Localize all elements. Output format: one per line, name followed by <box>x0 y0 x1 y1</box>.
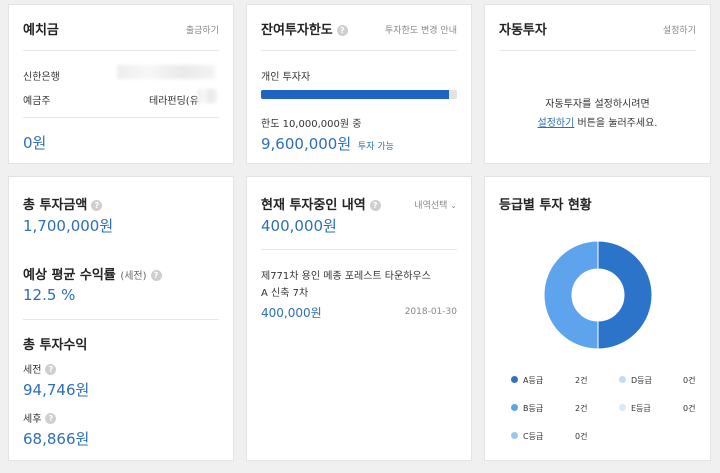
auto-invest-card: 자동투자 설정하기 자동투자를 설정하시려면 설정하기 버튼을 눌러주세요. <box>484 4 711 164</box>
deposit-divider-2 <box>23 117 219 118</box>
grade-title: 등급별 투자 현황 <box>499 198 592 213</box>
deposit-divider <box>23 50 219 51</box>
legend-dot <box>619 376 626 383</box>
grade-card: 등급별 투자 현황 A등급 2건 D등급 0건 B등급 2건 E등급 0건 C등급 0건 <box>484 176 711 461</box>
auto-invest-message-2: 설정하기 버튼을 눌러주세요. <box>485 114 710 129</box>
investor-type: 개인 투자자 <box>261 72 311 83</box>
question-circle-icon[interactable]: ? <box>150 270 162 281</box>
legend-count: 2건 <box>575 376 588 385</box>
available-amount: 9,600,000원 <box>261 135 352 153</box>
bank-label: 신한은행 <box>23 72 60 83</box>
question-circle-icon[interactable]: ? <box>369 200 381 211</box>
limit-card: 잔여투자한도? 투자한도 변경 안내 개인 투자자 한도 10,000,000원… <box>246 4 472 164</box>
limit-guide-link[interactable]: 투자한도 변경 안내 <box>385 23 457 36</box>
legend-dot <box>619 404 626 411</box>
legend-count: 0건 <box>683 404 696 413</box>
question-circle-icon[interactable]: ? <box>45 364 57 375</box>
auto-invest-message-1: 자동투자를 설정하시려면 <box>545 99 650 110</box>
total-invest-divider <box>23 319 219 320</box>
aftertax-value: 68,866원 <box>23 430 90 448</box>
legend-dot <box>511 432 518 439</box>
limit-text: 한도 10,000,000원 중 <box>261 119 362 130</box>
legend-label: D등급 <box>631 376 652 385</box>
deposit-amount: 0원 <box>23 134 47 152</box>
investment-item-date: 2018-01-30 <box>404 307 457 317</box>
limit-title: 잔여투자한도? <box>261 19 348 38</box>
legend-count: 2건 <box>575 404 588 413</box>
holder-redacted <box>197 89 217 103</box>
total-invest-title: 총 투자금액? <box>23 194 103 213</box>
avg-return-value: 12.5 % <box>23 286 76 304</box>
investment-item-name-2[interactable]: A 신축 7차 <box>261 284 308 299</box>
total-return-title: 총 투자수익 <box>23 338 88 353</box>
avg-return-title-text: 예상 평균 수익률 <box>23 268 116 283</box>
deposit-title: 예치금 <box>23 23 59 38</box>
account-number-redacted <box>117 65 215 79</box>
limit-progress-fill <box>261 90 450 99</box>
total-invest-card: 총 투자금액? 1,700,000원 예상 평균 수익률 (세전)? 12.5 … <box>8 176 234 461</box>
donut-slice-A등급 <box>597 240 653 350</box>
holder-value: 테라펀딩(유 <box>149 96 199 107</box>
auto-invest-divider <box>499 50 696 51</box>
legend-count: 0건 <box>575 432 588 441</box>
available-label: 투자 가능 <box>357 142 394 152</box>
question-circle-icon[interactable]: ? <box>336 25 348 36</box>
history-select-dropdown[interactable]: 내역선택 ⌄ <box>414 198 457 211</box>
auto-invest-title: 자동투자 <box>499 23 547 38</box>
investment-item-name-1[interactable]: 제771차 용인 메종 포레스트 타운하우스 <box>261 267 431 282</box>
pretax-value: 94,746원 <box>23 381 90 399</box>
holder-label: 예금주 <box>23 96 51 107</box>
investment-item-amount: 400,000원 <box>261 306 322 320</box>
legend-label: A등급 <box>523 376 544 385</box>
legend-count: 0건 <box>683 376 696 385</box>
avg-return-title: 예상 평균 수익률 (세전)? <box>23 264 162 283</box>
available-amount-row: 9,600,000원 투자 가능 <box>261 133 394 154</box>
current-invest-title: 현재 투자중인 내역? <box>261 194 381 213</box>
legend-label: B등급 <box>523 404 544 413</box>
aftertax-row: 세후? <box>23 410 57 425</box>
limit-title-text: 잔여투자한도 <box>261 23 333 38</box>
auto-invest-settings-link[interactable]: 설정하기 <box>663 23 696 36</box>
chevron-down-icon: ⌄ <box>450 201 457 210</box>
grade-donut-chart <box>543 240 653 350</box>
auto-invest-message-suffix: 버튼을 눌러주세요. <box>574 118 658 129</box>
current-invest-divider <box>261 249 457 250</box>
current-invest-card: 현재 투자중인 내역? 내역선택 ⌄ 400,000원 제771차 용인 메종 … <box>246 176 472 461</box>
question-circle-icon[interactable]: ? <box>45 413 57 424</box>
aftertax-label: 세후 <box>23 414 42 425</box>
avg-return-note: (세전) <box>120 271 147 282</box>
withdraw-link[interactable]: 출금하기 <box>186 23 219 36</box>
donut-slice-B등급 <box>543 240 599 350</box>
question-circle-icon[interactable]: ? <box>91 200 103 211</box>
total-invest-title-text: 총 투자금액 <box>23 198 88 213</box>
legend-dot <box>511 376 518 383</box>
limit-divider <box>261 50 457 51</box>
current-invest-title-text: 현재 투자중인 내역 <box>261 198 366 213</box>
legend-label: C등급 <box>523 432 544 441</box>
total-invest-amount: 1,700,000원 <box>23 217 114 235</box>
deposit-card: 예치금 출금하기 신한은행 예금주 테라펀딩(유 0원 <box>8 4 234 164</box>
pretax-row: 세전? <box>23 361 57 376</box>
pretax-label: 세전 <box>23 365 42 376</box>
legend-label: E등급 <box>631 404 651 413</box>
current-invest-total: 400,000원 <box>261 217 337 235</box>
history-select-label: 내역선택 <box>414 201 448 211</box>
legend-dot <box>511 404 518 411</box>
auto-invest-setup-link[interactable]: 설정하기 <box>538 118 575 129</box>
